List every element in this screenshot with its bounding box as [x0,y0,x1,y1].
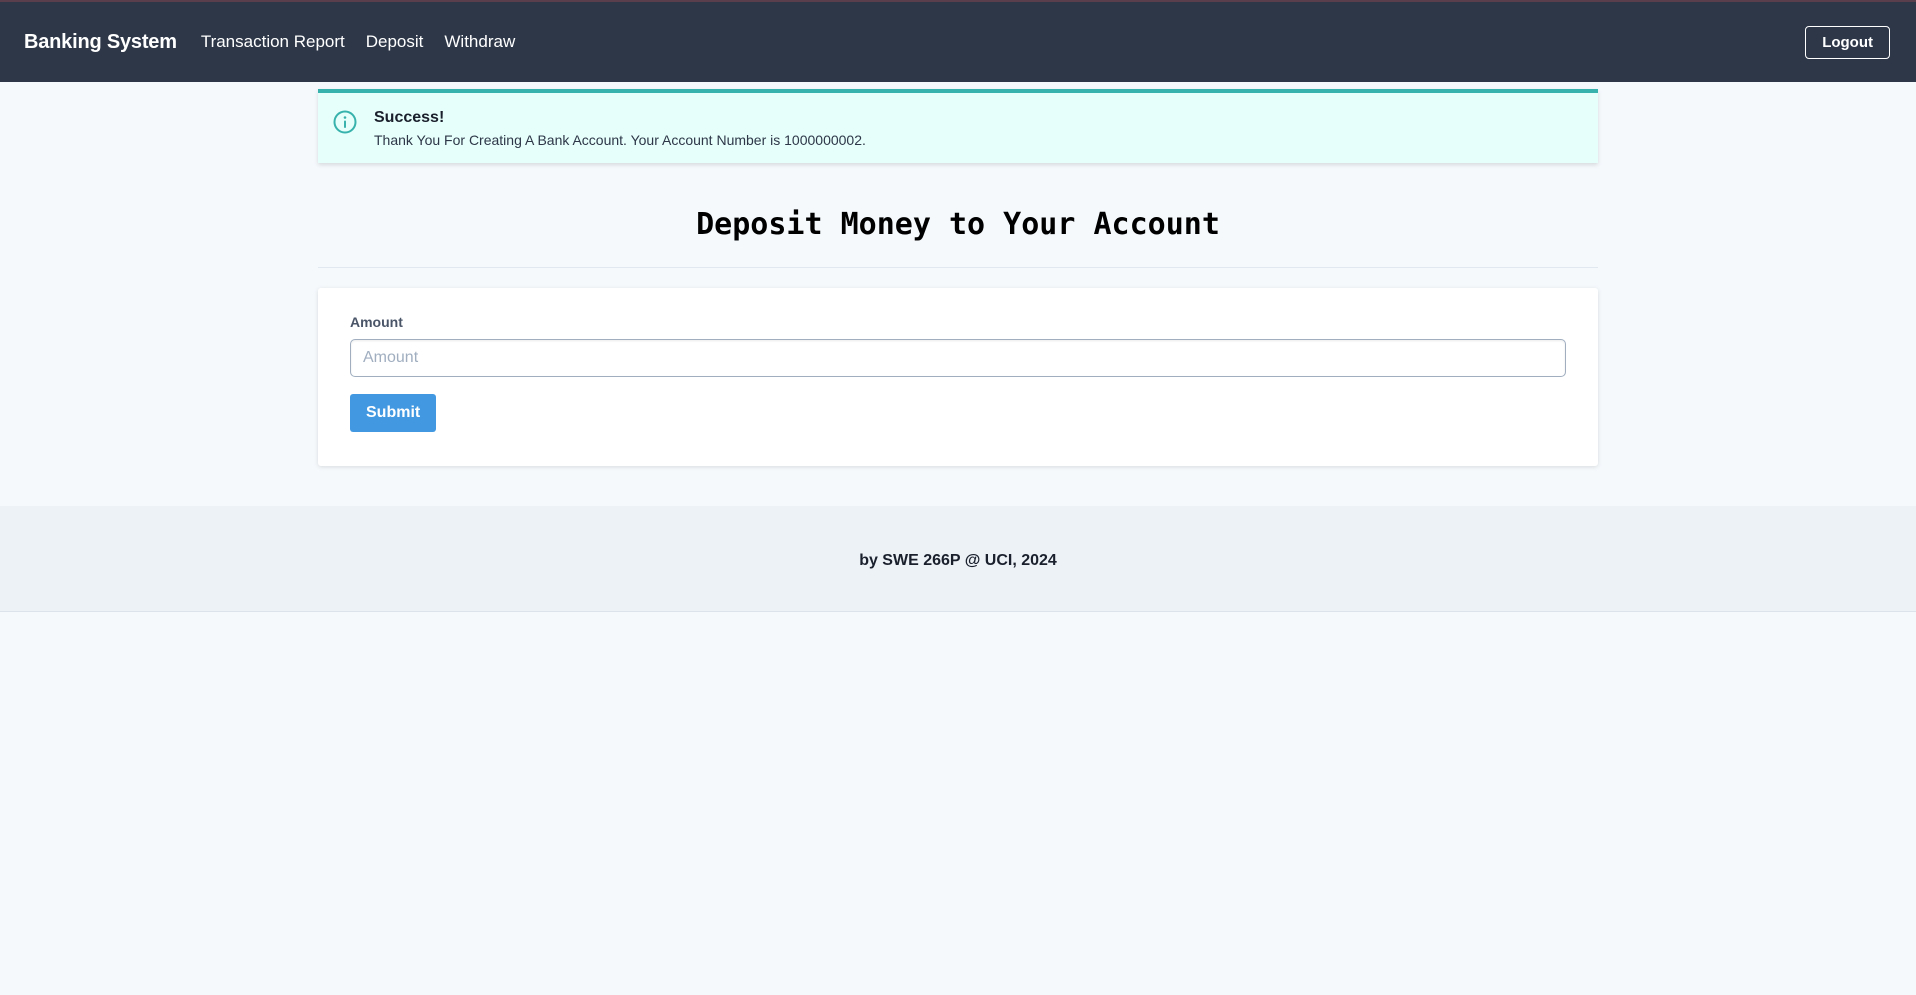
nav-link-transaction-report[interactable]: Transaction Report [201,32,345,52]
top-navbar: Banking System Transaction Report Deposi… [0,0,1916,82]
amount-label: Amount [350,314,403,330]
alert-body: Success! Thank You For Creating A Bank A… [374,109,866,148]
deposit-form: Amount Submit [318,288,1598,466]
amount-input[interactable] [350,339,1566,377]
main-content: Success! Thank You For Creating A Bank A… [318,89,1598,466]
footer-credit: by SWE 266P @ UCI, 2024 [859,551,1057,569]
brand-logo[interactable]: Banking System [24,31,177,54]
page-footer: by SWE 266P @ UCI, 2024 [0,506,1916,612]
logout-button[interactable]: Logout [1805,25,1890,59]
alert-title: Success! [374,109,445,126]
nav-link-withdraw[interactable]: Withdraw [444,32,515,52]
success-alert: Success! Thank You For Creating A Bank A… [318,89,1598,163]
info-circle-icon [332,109,358,135]
nav-link-deposit[interactable]: Deposit [366,32,424,52]
submit-button[interactable]: Submit [350,394,437,432]
page-title: Deposit Money to Your Account [318,207,1598,268]
alert-message: Thank You For Creating A Bank Account. Y… [374,132,866,148]
